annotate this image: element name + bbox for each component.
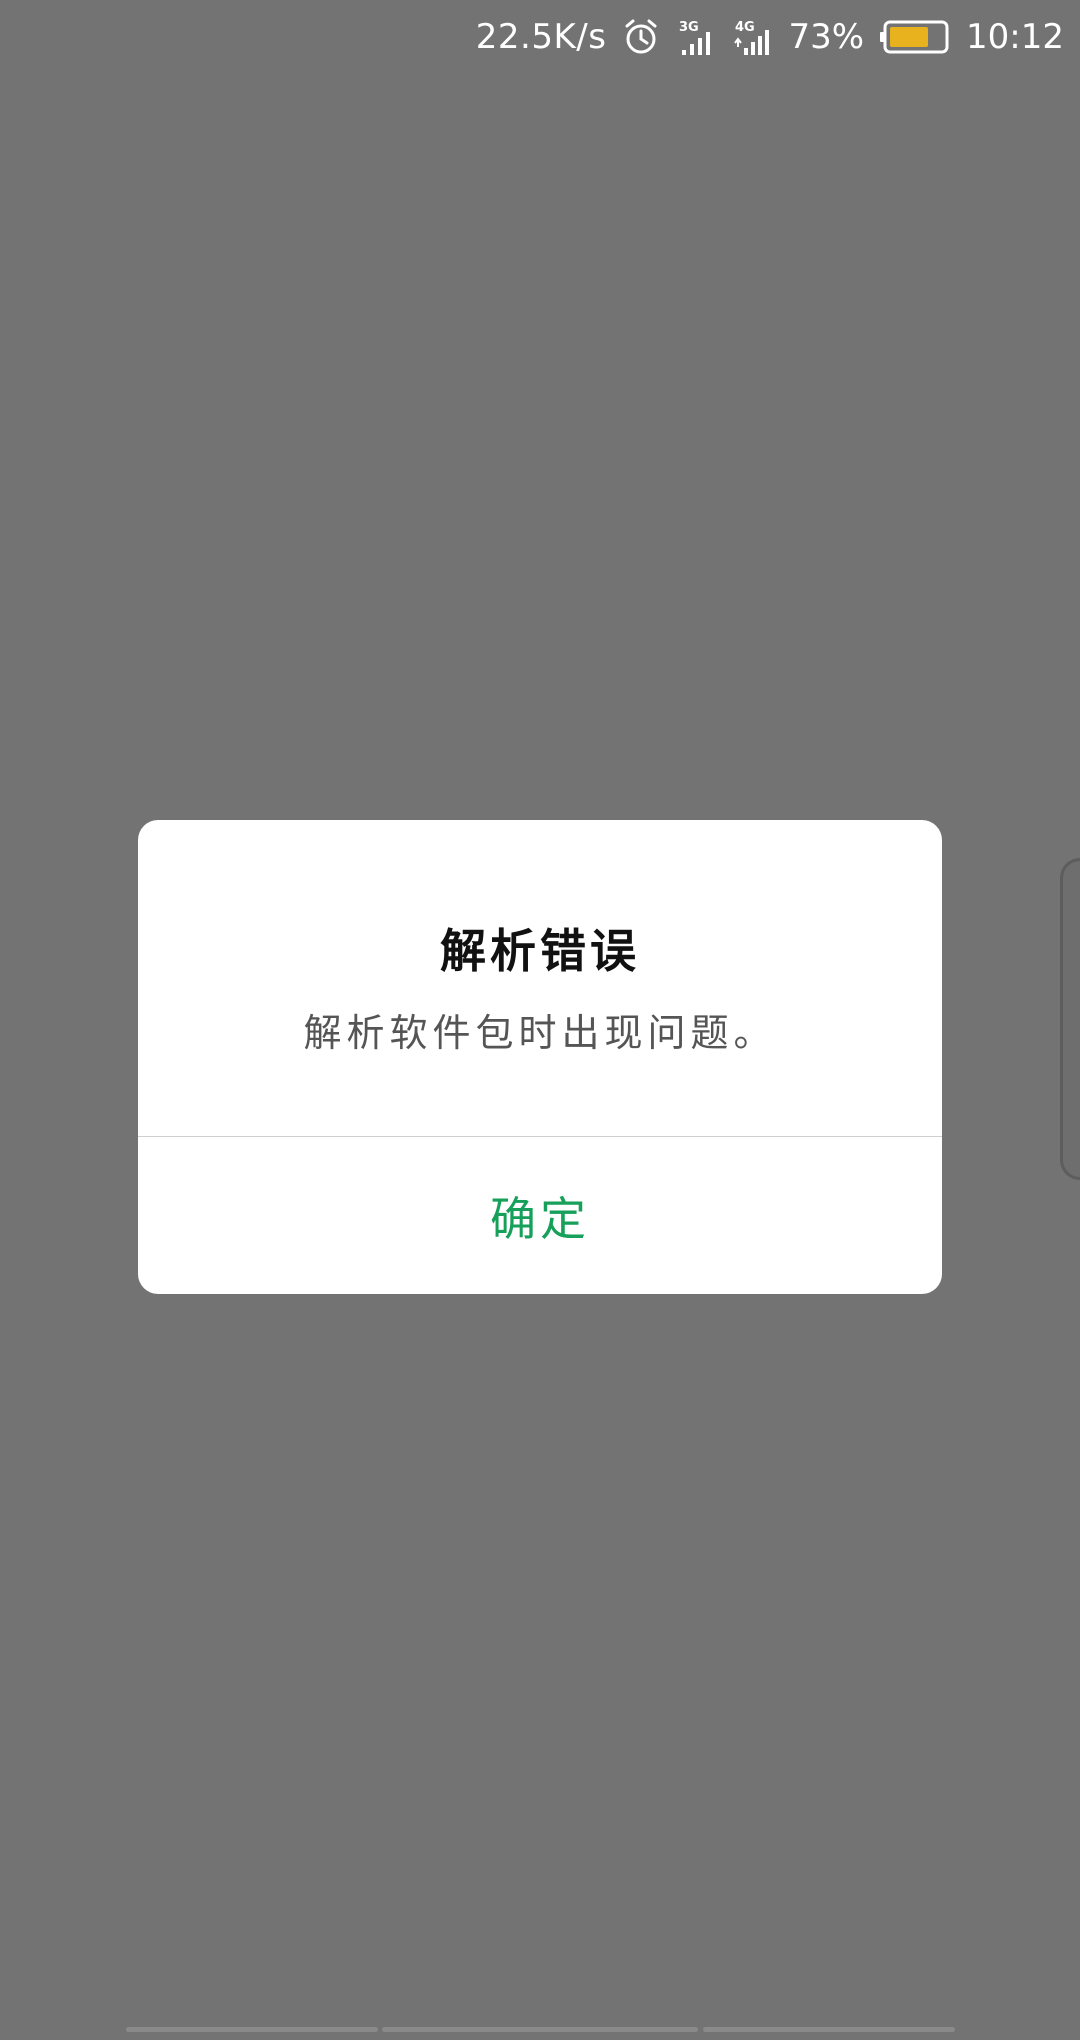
dialog-title: 解析错误 <box>440 924 640 978</box>
signal-3g-label: 3G <box>679 20 699 35</box>
bottom-nav-bar-right[interactable] <box>703 2027 955 2032</box>
status-bar: 22.5K/s 3G 4G 73% 10:12 <box>0 0 1080 75</box>
battery-fill <box>890 27 929 47</box>
battery-percent: 73% <box>788 17 865 57</box>
signal-4g-label: 4G <box>735 20 755 35</box>
status-bar-right: 22.5K/s 3G 4G 73% 10:12 <box>476 14 1064 60</box>
network-speed: 22.5K/s <box>475 17 607 57</box>
alarm-clock-icon <box>622 18 660 56</box>
clock: 10:12 <box>966 17 1064 57</box>
side-panel-handle[interactable] <box>1060 858 1080 1180</box>
bottom-nav-hint <box>0 2027 1080 2033</box>
bottom-nav-bar-center[interactable] <box>382 2027 698 2032</box>
battery-icon <box>880 20 950 54</box>
parse-error-dialog: 解析错误 解析软件包时出现问题。 确定 <box>138 820 942 1294</box>
signal-3g-icon: 3G <box>676 17 716 57</box>
dialog-message: 解析软件包时出现问题。 <box>303 1011 777 1055</box>
bottom-nav-bar-left[interactable] <box>126 2027 378 2032</box>
ok-button[interactable]: 确定 <box>138 1137 942 1294</box>
signal-4g-icon: 4G <box>732 17 772 57</box>
